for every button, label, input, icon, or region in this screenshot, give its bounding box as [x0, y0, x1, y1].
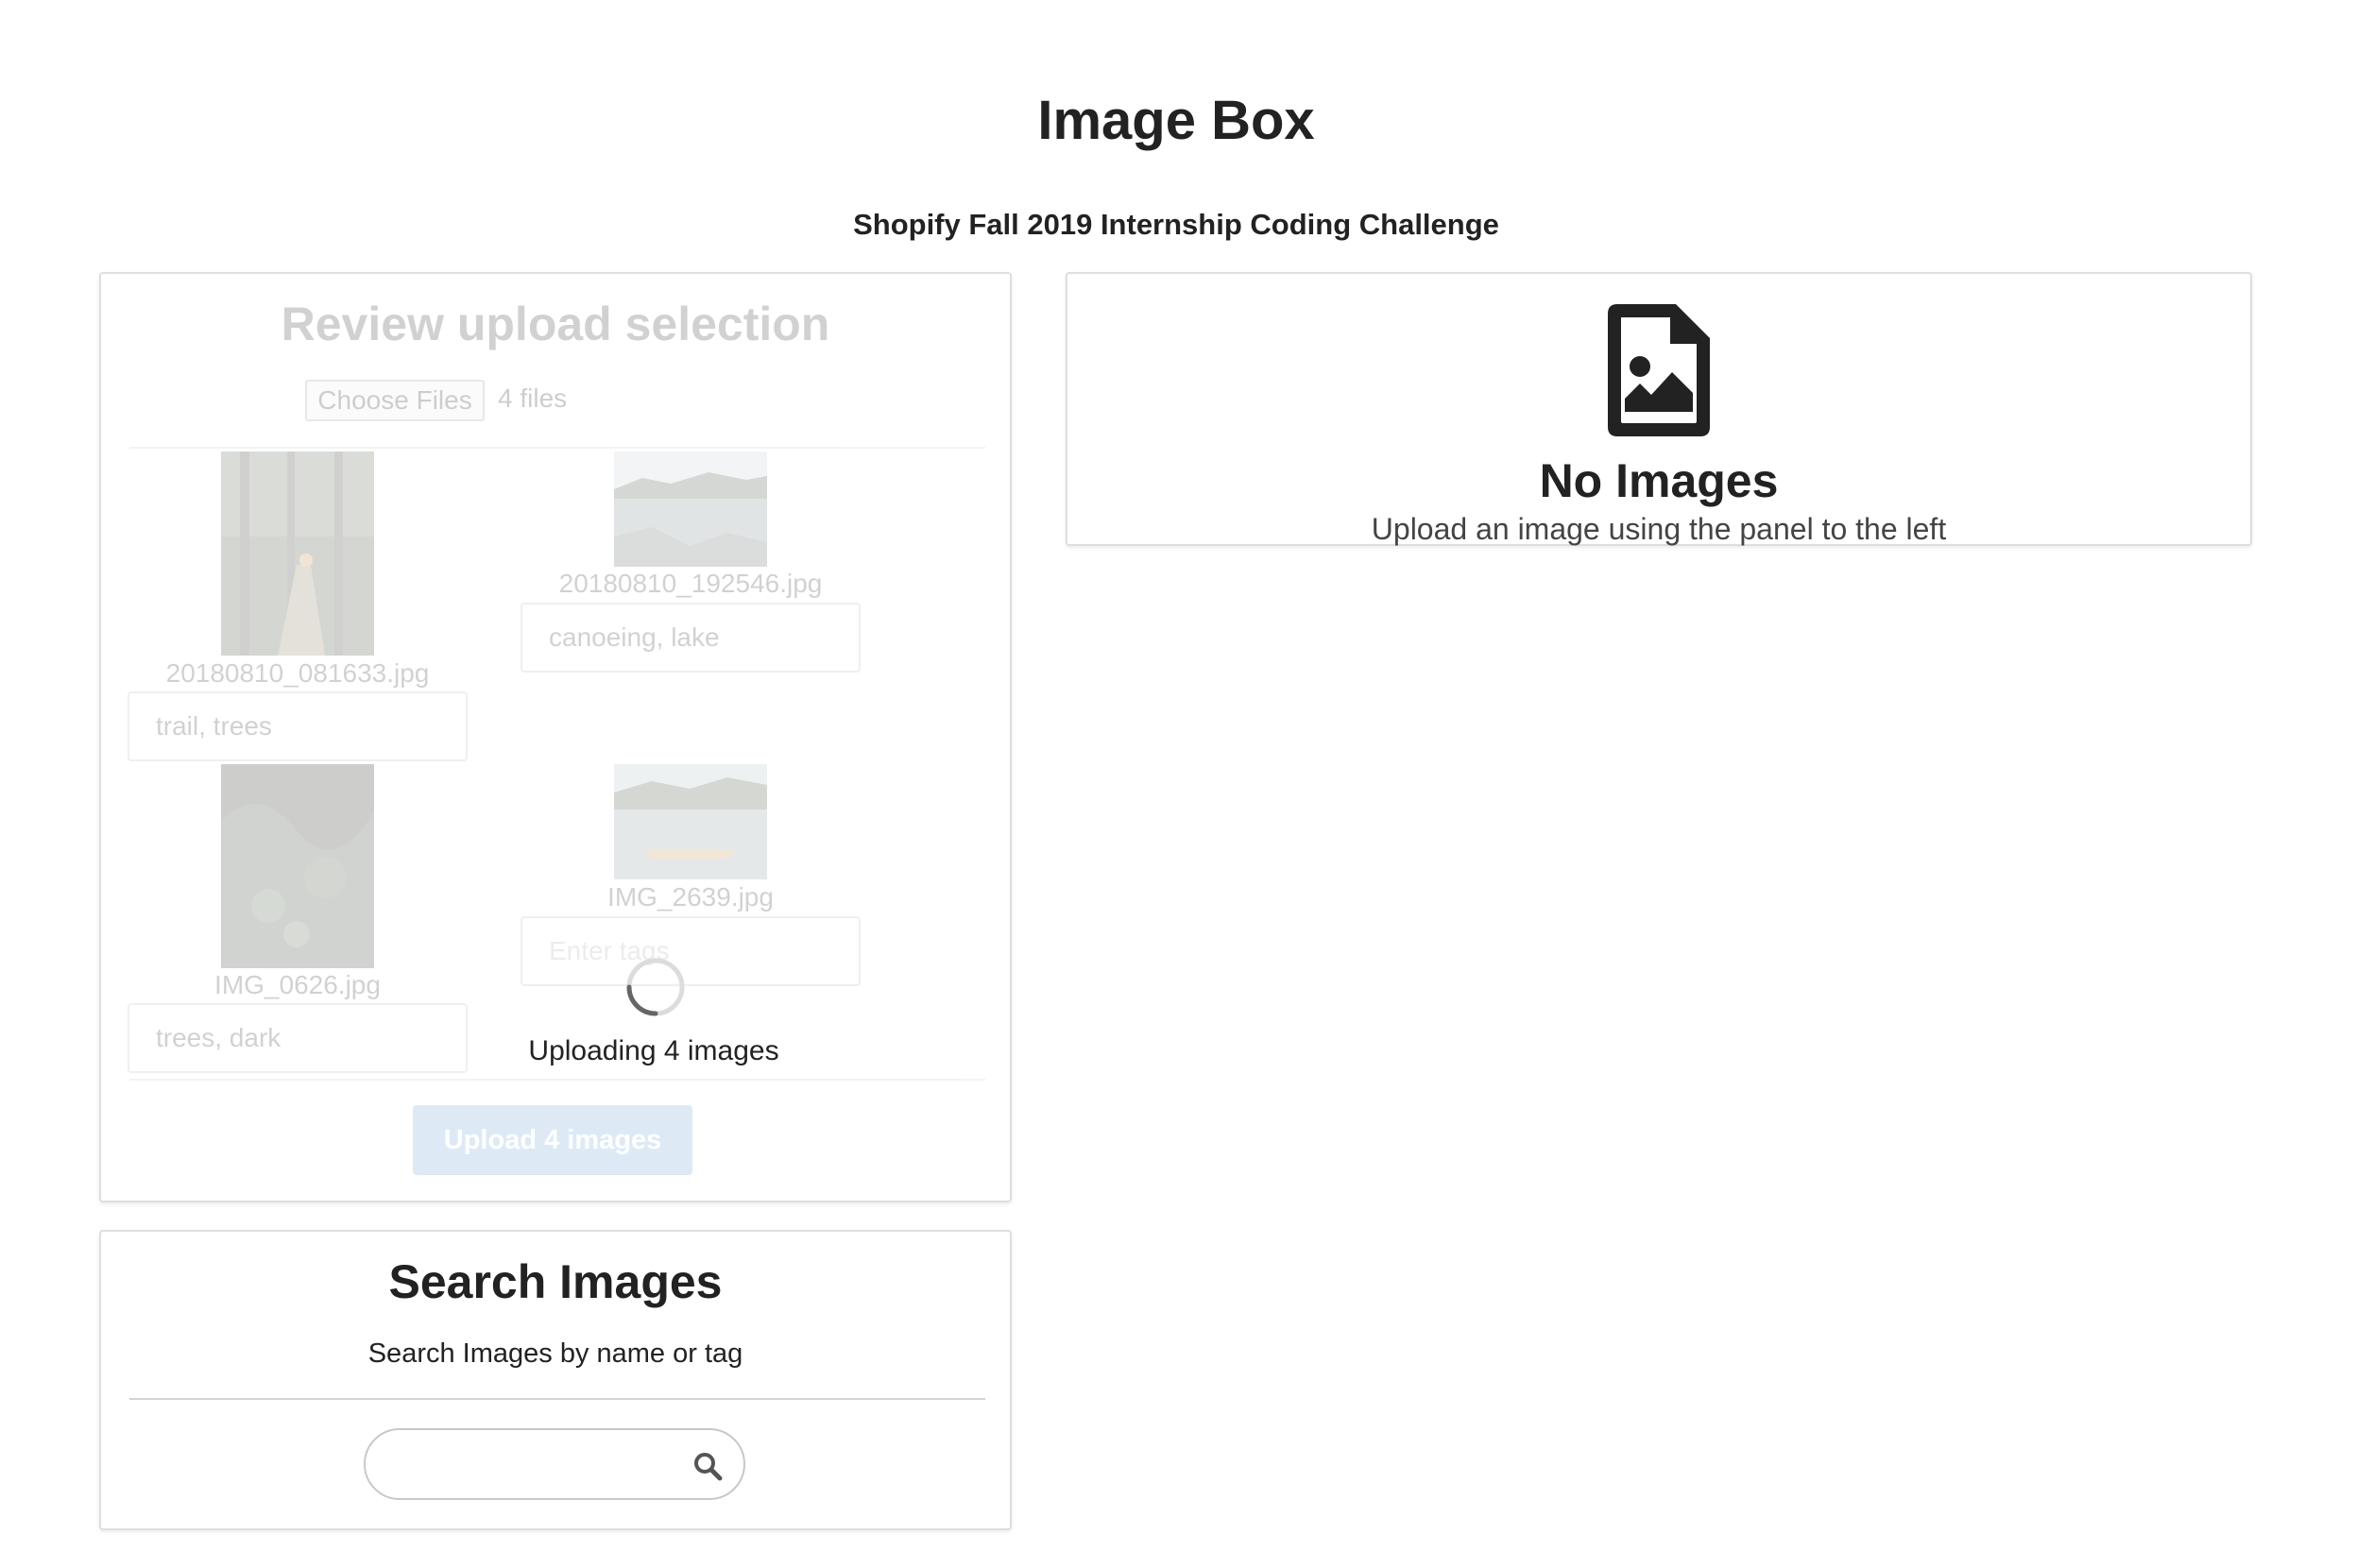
gallery-panel: No Images Upload an image using the pane… [1066, 272, 2252, 546]
page-title: Image Box [1037, 90, 1315, 151]
choose-files-button[interactable]: Choose Files [305, 380, 485, 421]
thumbnail-image [614, 452, 767, 567]
search-heading: Search Images [388, 1255, 723, 1308]
thumbnail-image [221, 452, 374, 656]
loading-spinner-icon [626, 958, 685, 1016]
search-subheading: Search Images by name or tag [367, 1338, 743, 1369]
search-panel: Search Images Search Images by name or t… [99, 1230, 1012, 1530]
empty-state-subtitle: Upload an image using the panel to the l… [1371, 512, 1947, 546]
tags-input[interactable] [128, 1003, 468, 1073]
upload-heading: Review upload selection [281, 298, 830, 350]
uploading-status: Uploading 4 images [528, 1035, 779, 1066]
page: Image Box Shopify Fall 2019 Internship C… [0, 0, 2373, 1568]
empty-state-title: No Images [1539, 454, 1779, 507]
thumbnail-filename: 20180810_192546.jpg [558, 569, 823, 598]
tags-input[interactable] [128, 691, 468, 761]
search-input[interactable] [388, 1440, 672, 1489]
thumbnail-image [614, 764, 767, 879]
upload-images-button[interactable]: Upload 4 images [413, 1105, 692, 1175]
upload-panel: Review upload selection Choose Files 4 f… [99, 272, 1012, 1202]
page-subtitle: Shopify Fall 2019 Internship Coding Chal… [853, 208, 1499, 241]
tags-input[interactable] [521, 603, 861, 673]
file-count-label: 4 files [498, 383, 568, 413]
file-image-icon [1608, 304, 1710, 436]
thumbnail-filename: IMG_2639.jpg [607, 882, 774, 912]
thumbnail-filename: IMG_0626.jpg [214, 970, 381, 999]
upload-divider-top [129, 447, 985, 449]
search-divider [129, 1398, 985, 1400]
thumbnail-filename: 20180810_081633.jpg [165, 658, 430, 688]
tags-input[interactable] [521, 916, 861, 986]
search-icon[interactable] [692, 1451, 723, 1481]
thumbnail-image [221, 764, 374, 968]
upload-divider-bottom [129, 1079, 985, 1081]
search-field[interactable] [364, 1428, 745, 1500]
